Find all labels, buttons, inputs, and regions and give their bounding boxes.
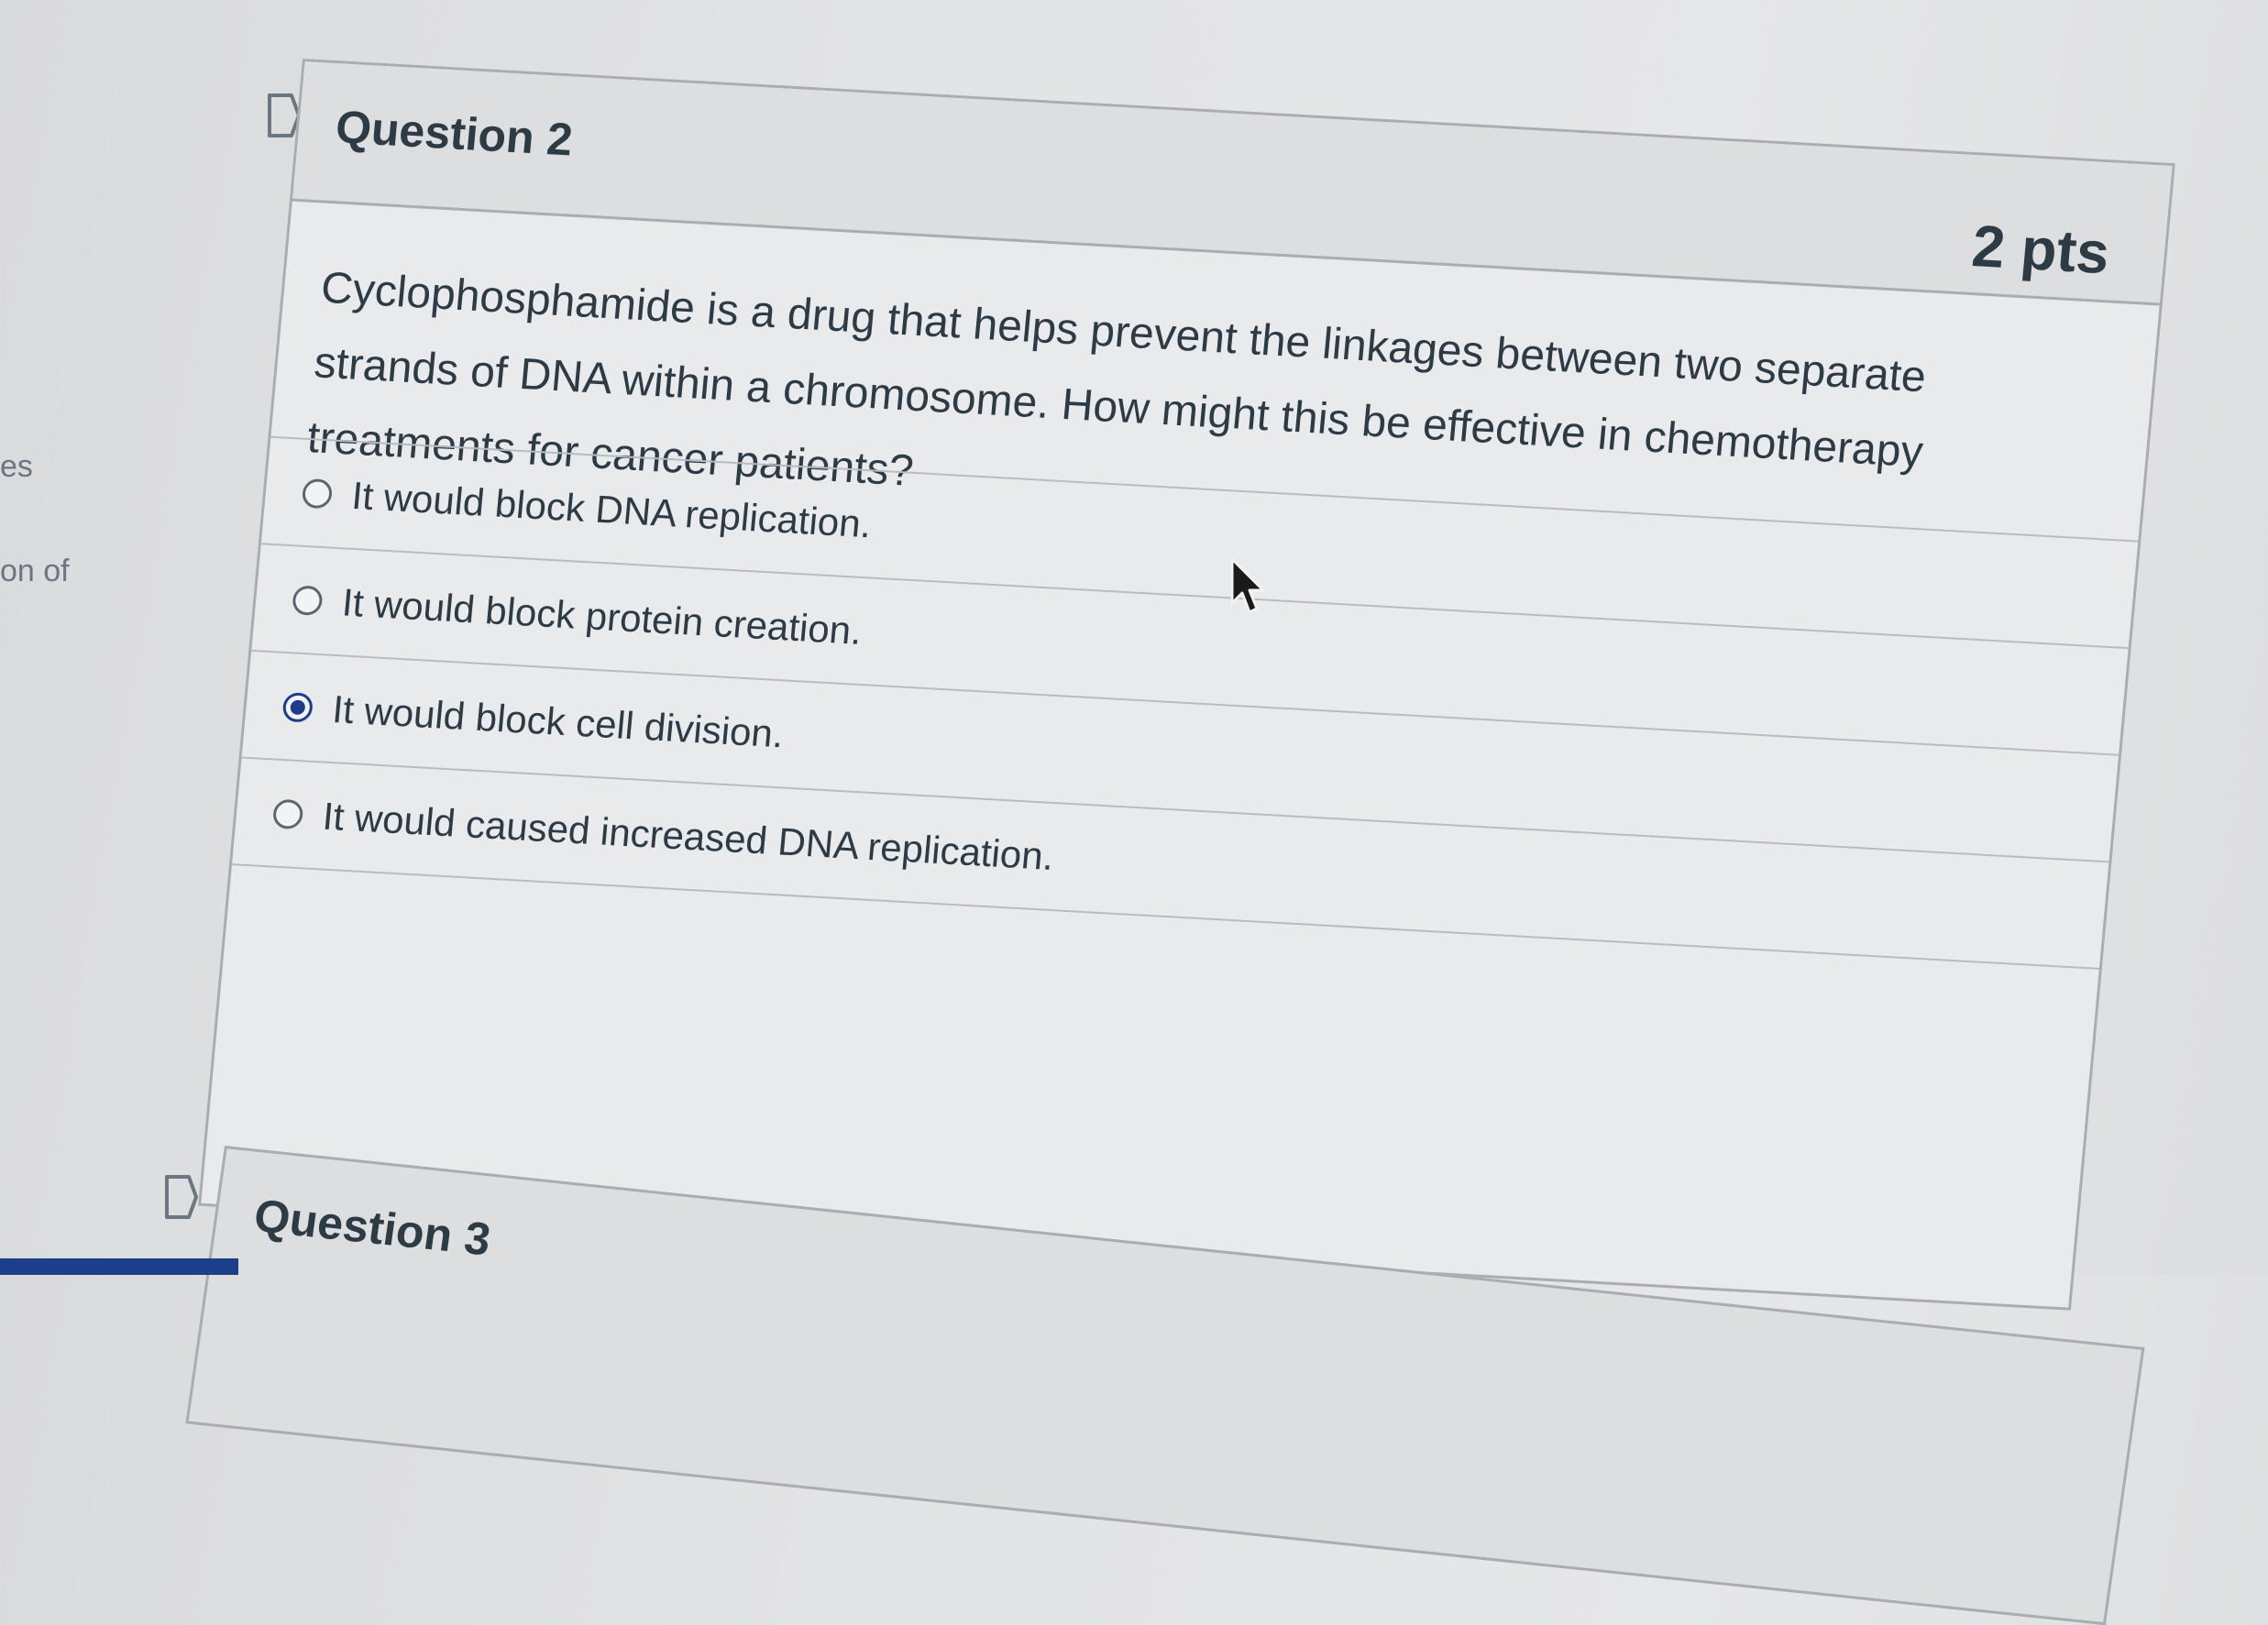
- radio-unselected-icon[interactable]: [292, 584, 324, 616]
- answer-label: It would caused increased DNA replicatio…: [321, 794, 1056, 878]
- mouse-pointer-icon: [1230, 557, 1265, 614]
- answer-label: It would block DNA replication.: [349, 473, 874, 545]
- question-points: 2 pts: [1969, 213, 2112, 287]
- sidebar-fragment-2[interactable]: on of: [0, 554, 70, 589]
- radio-unselected-icon[interactable]: [301, 478, 334, 509]
- answer-label: It would block cell division.: [330, 686, 786, 755]
- question-card: Question 2 2 pts Cyclophosphamide is a d…: [198, 59, 2175, 1311]
- question-title: Question 2: [333, 101, 575, 166]
- bookmark-flag-icon: [165, 1175, 198, 1219]
- radio-selected-icon[interactable]: [281, 691, 314, 723]
- sidebar-fragment-1[interactable]: es: [0, 449, 33, 485]
- answer-label: It would block protein creation.: [340, 579, 864, 653]
- flag-question-3-button[interactable]: [163, 1173, 200, 1221]
- radio-unselected-icon[interactable]: [271, 798, 304, 829]
- bottom-edge-bar: [0, 1258, 238, 1275]
- next-question-title: Question 3: [250, 1190, 494, 1266]
